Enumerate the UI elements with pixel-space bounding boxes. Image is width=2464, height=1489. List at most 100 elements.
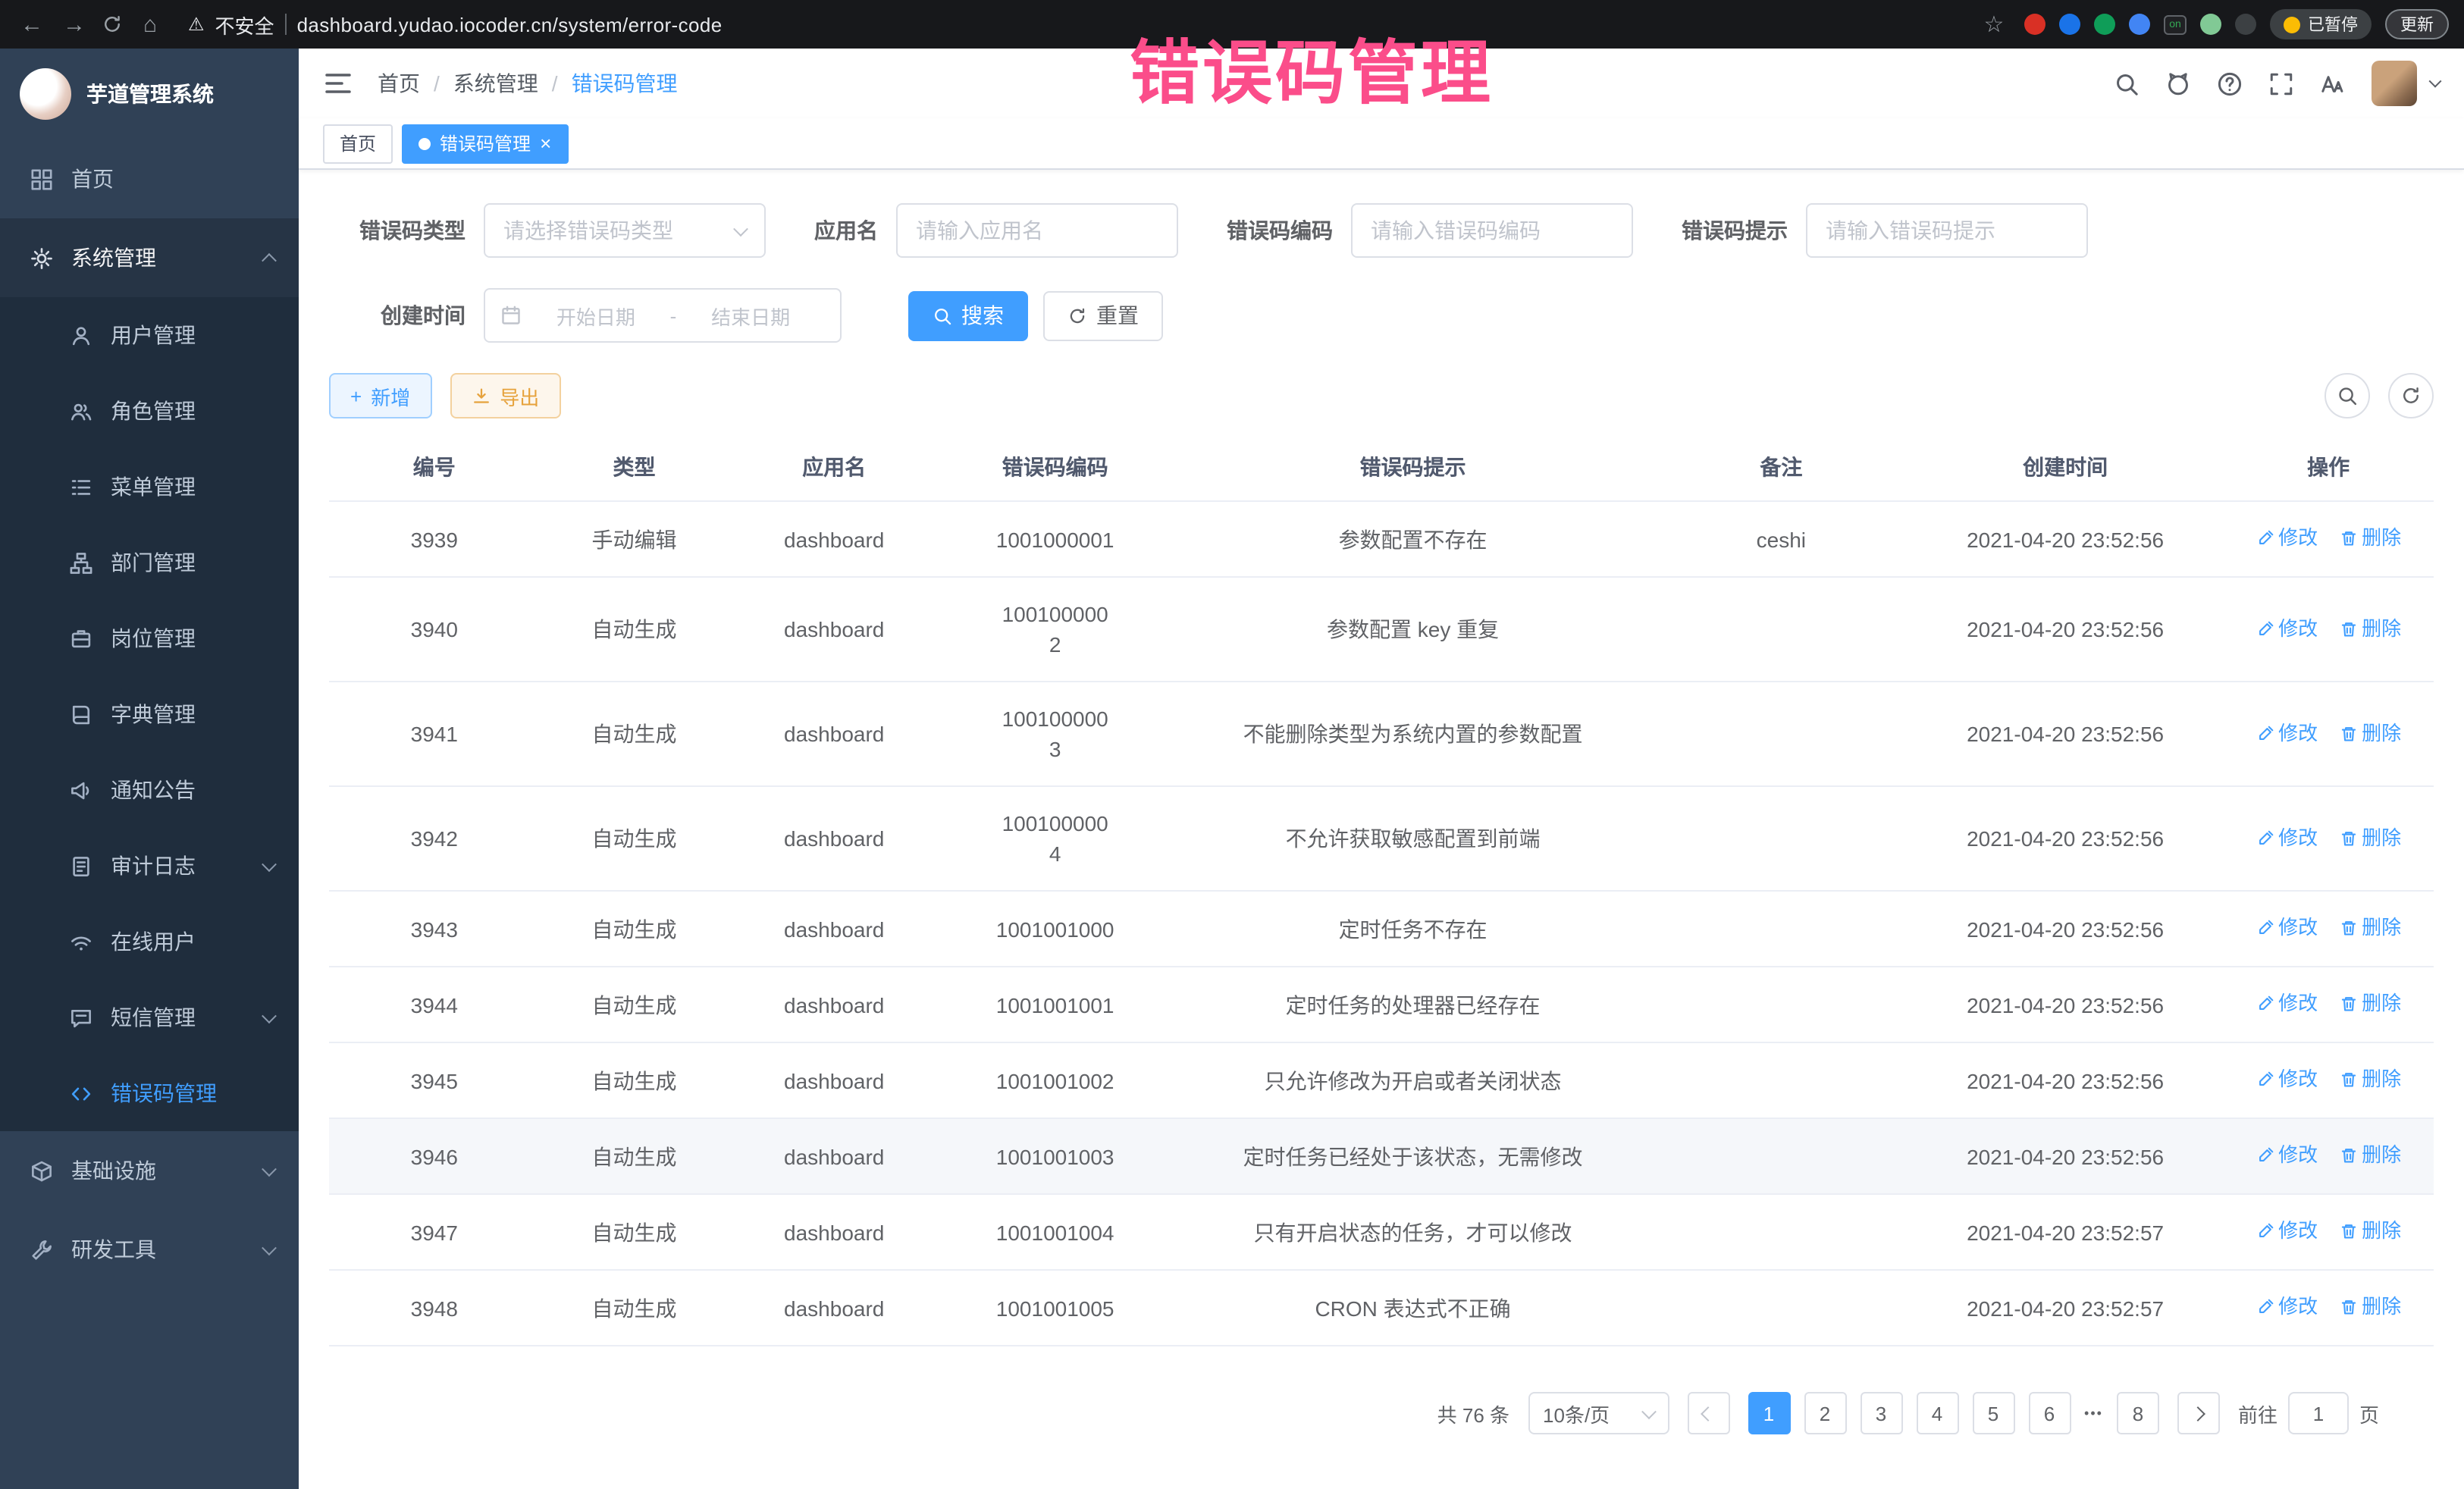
breadcrumb-item[interactable]: 错误码管理 [572, 68, 678, 99]
fullscreen-icon[interactable] [2268, 71, 2294, 96]
edit-link[interactable]: 修改 [2256, 989, 2318, 1019]
page-size-select[interactable]: 10条/页 [1528, 1392, 1669, 1434]
sidebar-item-errcode[interactable]: 错误码管理 [0, 1055, 299, 1131]
edit-link[interactable]: 修改 [2256, 613, 2318, 644]
edit-link[interactable]: 修改 [2256, 913, 2318, 943]
column-header[interactable]: 应用名 [729, 434, 939, 501]
forward-icon[interactable]: → [58, 8, 91, 41]
page-button-2[interactable]: 2 [1804, 1392, 1846, 1434]
filter-row-2: 创建时间 开始日期 - 结束日期 搜索 重置 [329, 288, 2434, 343]
extension-icon[interactable] [2024, 14, 2045, 35]
tab-errcode[interactable]: 错误码管理× [402, 124, 568, 163]
edit-link[interactable]: 修改 [2256, 1064, 2318, 1095]
sidebar-item-menu[interactable]: 菜单管理 [0, 449, 299, 525]
tab-home[interactable]: 首页 [323, 124, 393, 163]
delete-link[interactable]: 删除 [2339, 1140, 2401, 1171]
column-header[interactable]: 类型 [540, 434, 729, 501]
update-button[interactable]: 更新 [2385, 9, 2449, 39]
sidebar-item-user[interactable]: 用户管理 [0, 297, 299, 373]
edit-link[interactable]: 修改 [2256, 1140, 2318, 1171]
page-button-4[interactable]: 4 [1916, 1392, 1958, 1434]
delete-link[interactable]: 删除 [2339, 523, 2401, 553]
column-header[interactable]: 错误码提示 [1171, 434, 1654, 501]
chevron-down-icon[interactable] [2429, 75, 2442, 88]
sidebar-item-label: 岗位管理 [111, 623, 196, 654]
page-button-5[interactable]: 5 [1972, 1392, 2014, 1434]
refresh-table-button[interactable] [2388, 373, 2434, 418]
search-icon[interactable] [2114, 71, 2140, 96]
page-button-8[interactable]: 8 [2117, 1392, 2159, 1434]
page-button-1[interactable]: 1 [1748, 1392, 1790, 1434]
next-page-button[interactable] [2177, 1392, 2220, 1434]
add-button[interactable]: + 新增 [329, 373, 431, 418]
column-header[interactable]: 错误码编码 [939, 434, 1171, 501]
sidebar-item-post[interactable]: 岗位管理 [0, 600, 299, 676]
address-bar[interactable]: ⚠ 不安全 dashboard.yudao.iocoder.cn/system/… [188, 10, 723, 39]
page-button-6[interactable]: 6 [2028, 1392, 2071, 1434]
avatar[interactable] [2372, 61, 2417, 106]
github-icon[interactable] [2165, 71, 2191, 96]
prev-page-button[interactable] [1687, 1392, 1729, 1434]
breadcrumb-item[interactable]: 首页 [378, 68, 420, 99]
hamburger-icon[interactable] [323, 68, 353, 99]
logo[interactable]: 芋道管理系统 [0, 49, 299, 139]
extension-icon[interactable] [2200, 14, 2221, 35]
date-range-picker[interactable]: 开始日期 - 结束日期 [484, 288, 842, 343]
sidebar-item-online[interactable]: 在线用户 [0, 904, 299, 980]
error-type-select[interactable]: 请选择错误码类型 [484, 203, 766, 258]
delete-link[interactable]: 删除 [2339, 1292, 2401, 1322]
font-size-icon[interactable] [2320, 71, 2346, 96]
edit-link[interactable]: 修改 [2256, 1292, 2318, 1322]
extension-icon[interactable] [2235, 14, 2256, 35]
reload-icon[interactable] [100, 12, 124, 36]
delete-link[interactable]: 删除 [2339, 1216, 2401, 1246]
sidebar-item-system[interactable]: 系统管理 [0, 218, 299, 297]
page-button-3[interactable]: 3 [1860, 1392, 1902, 1434]
edit-link[interactable]: 修改 [2256, 823, 2318, 853]
sidebar-item-notice[interactable]: 通知公告 [0, 752, 299, 828]
column-header[interactable]: 操作 [2223, 434, 2434, 501]
extension-on-icon[interactable]: on [2164, 14, 2187, 34]
export-button[interactable]: 导出 [450, 373, 560, 418]
browser-home-icon[interactable]: ⌂ [133, 8, 167, 41]
column-header[interactable]: 备注 [1655, 434, 1908, 501]
delete-link[interactable]: 删除 [2339, 823, 2401, 853]
sidebar-item-tools[interactable]: 研发工具 [0, 1210, 299, 1289]
toggle-search-button[interactable] [2324, 373, 2370, 418]
column-header[interactable]: 创建时间 [1908, 434, 2223, 501]
error-msg-input[interactable] [1806, 203, 2088, 258]
error-code-input[interactable] [1351, 203, 1633, 258]
box-icon [30, 1159, 53, 1182]
sidebar-item-role[interactable]: 角色管理 [0, 373, 299, 449]
edit-link[interactable]: 修改 [2256, 718, 2318, 748]
extension-icon[interactable] [2129, 14, 2150, 35]
more-pages-icon[interactable]: ••• [2084, 1406, 2103, 1421]
bookmark-star-icon[interactable]: ☆ [1977, 8, 2011, 41]
delete-link[interactable]: 删除 [2339, 1064, 2401, 1095]
close-icon[interactable]: × [540, 133, 551, 153]
tree-icon [70, 551, 92, 574]
extension-icon[interactable] [2059, 14, 2080, 35]
delete-link[interactable]: 删除 [2339, 613, 2401, 644]
edit-link[interactable]: 修改 [2256, 523, 2318, 553]
paused-badge[interactable]: 已暂停 [2270, 9, 2372, 39]
sidebar-item-infra[interactable]: 基础设施 [0, 1131, 299, 1210]
edit-link[interactable]: 修改 [2256, 1216, 2318, 1246]
sidebar-item-sms[interactable]: 短信管理 [0, 980, 299, 1055]
back-icon[interactable]: ← [15, 8, 49, 41]
delete-link[interactable]: 删除 [2339, 989, 2401, 1019]
sidebar-item-audit[interactable]: 审计日志 [0, 828, 299, 904]
extension-icon[interactable] [2094, 14, 2115, 35]
delete-link[interactable]: 删除 [2339, 913, 2401, 943]
app-name-input[interactable] [896, 203, 1178, 258]
column-header[interactable]: 编号 [329, 434, 540, 501]
goto-page-input[interactable] [2288, 1392, 2349, 1434]
reset-button[interactable]: 重置 [1043, 290, 1163, 340]
delete-link[interactable]: 删除 [2339, 718, 2401, 748]
breadcrumb-item[interactable]: 系统管理 [453, 68, 538, 99]
help-icon[interactable] [2217, 71, 2243, 96]
sidebar-item-home[interactable]: 首页 [0, 139, 299, 218]
sidebar-item-dict[interactable]: 字典管理 [0, 676, 299, 752]
sidebar-item-dept[interactable]: 部门管理 [0, 525, 299, 600]
search-button[interactable]: 搜索 [908, 290, 1028, 340]
